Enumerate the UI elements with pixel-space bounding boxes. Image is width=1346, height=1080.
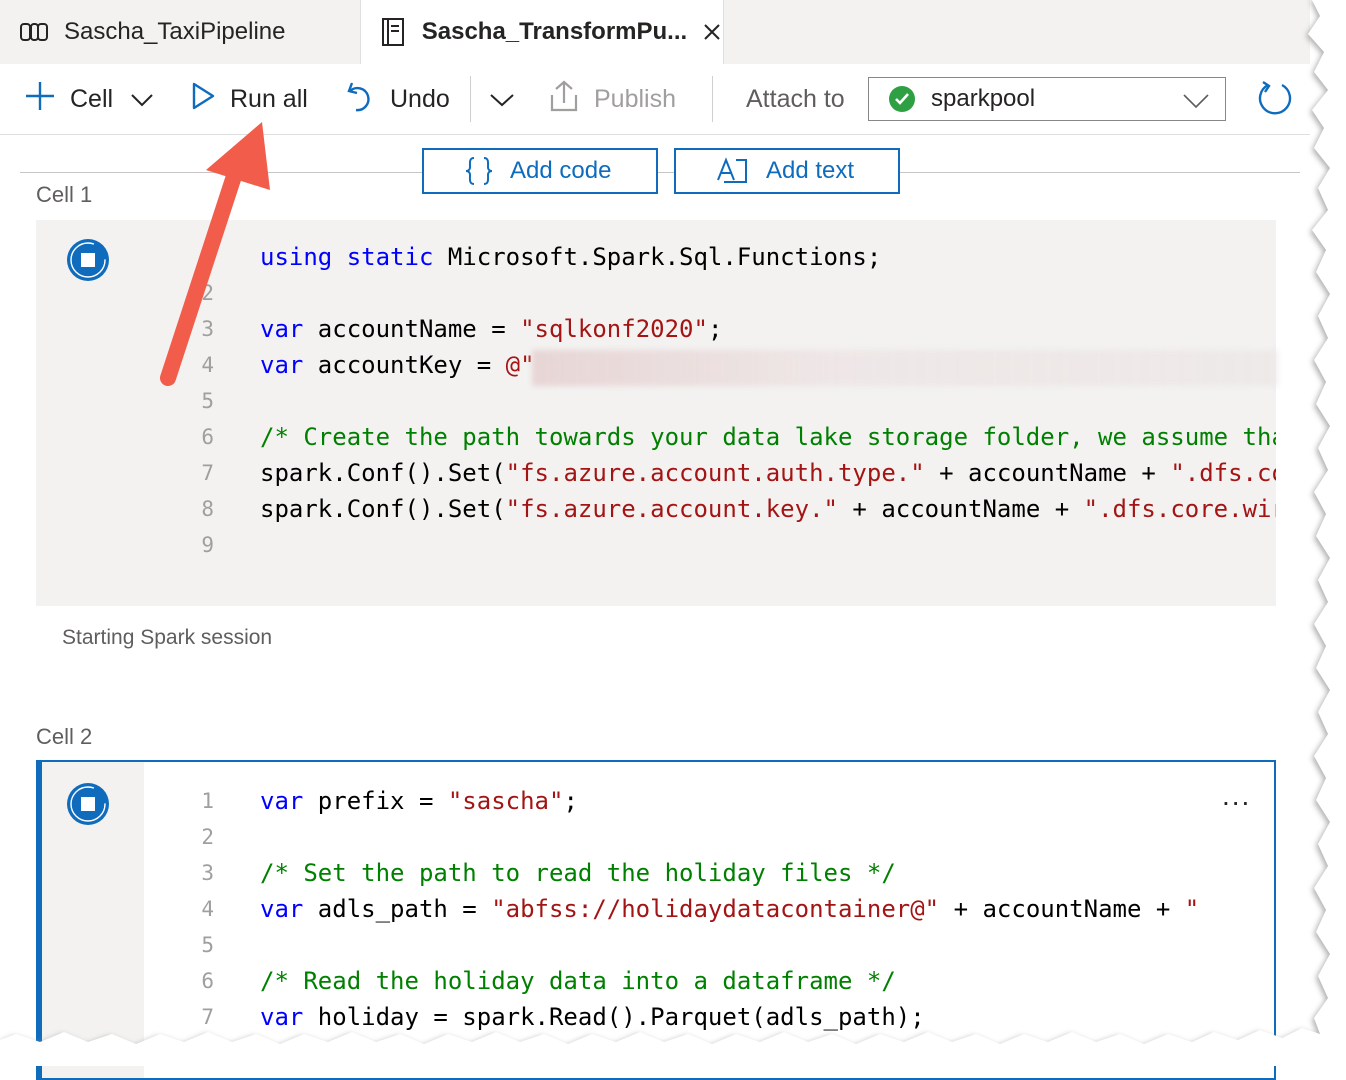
notebook-window: Sascha_TaxiPipeline Sascha_TransformPu..… (0, 0, 1346, 1080)
annotation-arrow (160, 122, 270, 386)
